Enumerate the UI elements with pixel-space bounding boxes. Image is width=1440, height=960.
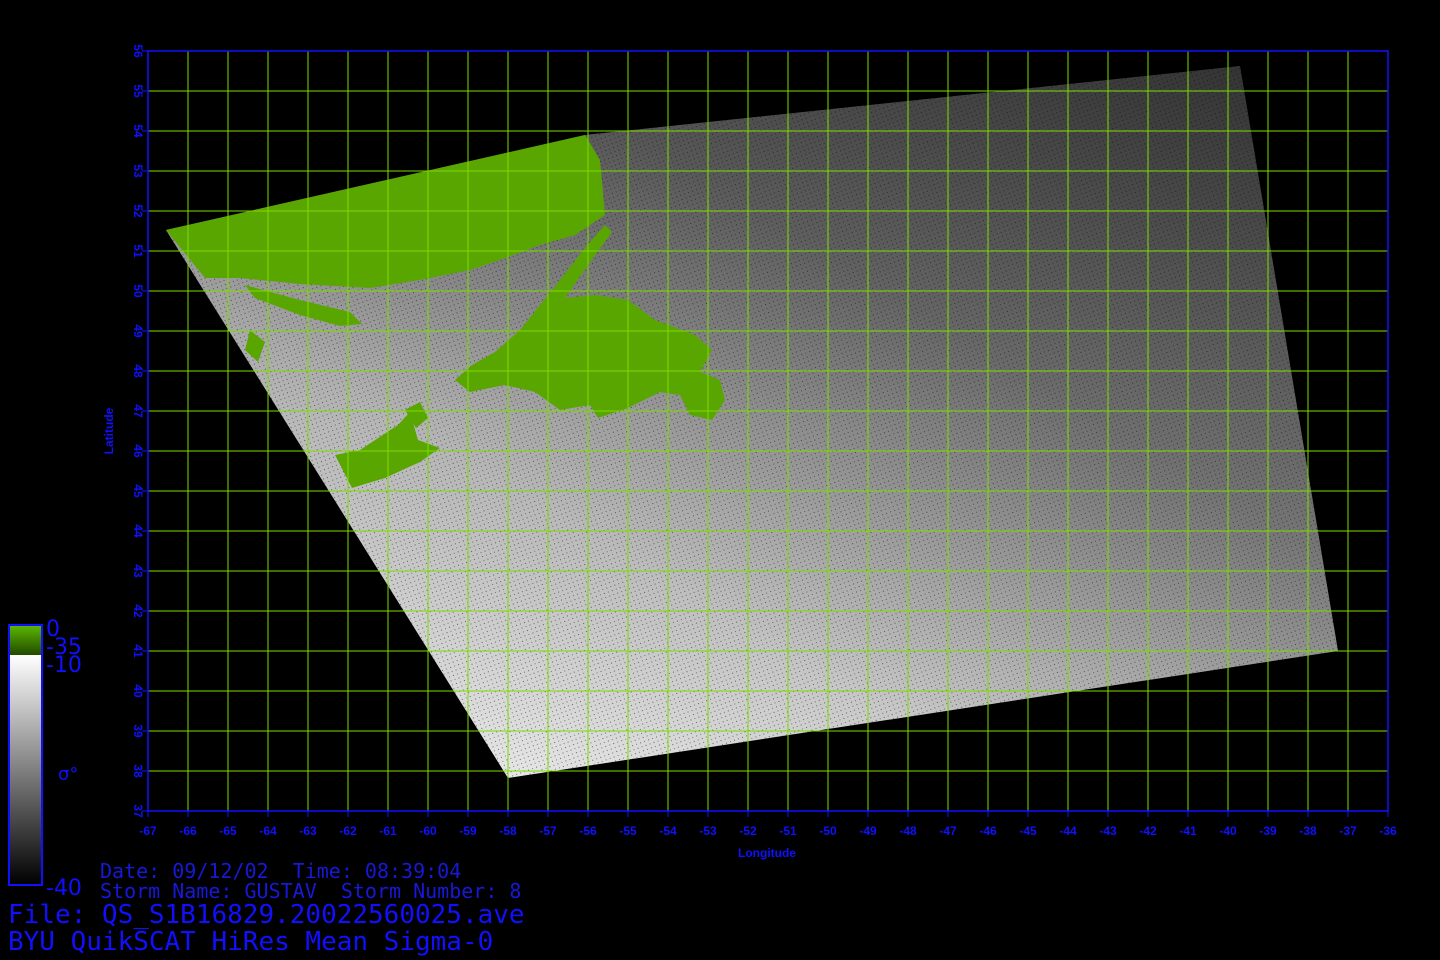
y-tick-label: 50	[131, 284, 145, 298]
x-axis-title: Longitude	[738, 846, 796, 860]
y-tick-label: 46	[131, 444, 145, 458]
y-tick-label: 42	[131, 604, 145, 618]
date-time-line: Date: 09/12/02 Time: 08:39:04	[100, 859, 462, 883]
y-tick-label: 39	[131, 724, 145, 738]
y-tick-label: 52	[131, 204, 145, 218]
sigma0-map: -67 -66 -65 -64 -63 -62 -61 -60 -59 -58 -57 -56 -55 -…	[8, 44, 1397, 901]
x-tick-label: -49	[859, 824, 877, 838]
x-tick-label: -62	[339, 824, 357, 838]
y-tick-label: 45	[131, 484, 145, 498]
x-tick-label: -67	[139, 824, 157, 838]
y-tick-label: 53	[131, 164, 145, 178]
x-tick-label: -41	[1179, 824, 1197, 838]
colorbar: 0 -35 -10 σ° -40	[8, 617, 82, 901]
x-tick-label: -36	[1379, 824, 1397, 838]
x-tick-label: -50	[819, 824, 837, 838]
y-tick-label: 37	[131, 804, 145, 818]
y-tick-label: 40	[131, 684, 145, 698]
latitude-ticks: 37 38 39 40 41 42 43 44 45 46 47 48 49 50 51 52 53 54 55 56	[131, 44, 145, 818]
y-tick-label: 49	[131, 324, 145, 338]
x-tick-label: -47	[939, 824, 957, 838]
x-tick-label: -37	[1339, 824, 1357, 838]
x-tick-label: -59	[459, 824, 477, 838]
x-tick-label: -51	[779, 824, 797, 838]
x-tick-label: -57	[539, 824, 557, 838]
y-tick-label: 43	[131, 564, 145, 578]
x-tick-label: -66	[179, 824, 197, 838]
x-tick-label: -53	[699, 824, 717, 838]
colorbar-ocean-top-label: -10	[46, 653, 82, 678]
x-tick-label: -39	[1259, 824, 1277, 838]
file-name-line: File: QS_S1B16829.20022560025.ave	[8, 900, 525, 930]
colorbar-ocean-scale	[9, 655, 42, 885]
x-tick-label: -60	[419, 824, 437, 838]
x-tick-label: -44	[1059, 824, 1077, 838]
x-tick-label: -55	[619, 824, 637, 838]
y-tick-label: 55	[131, 84, 145, 98]
x-tick-label: -52	[739, 824, 757, 838]
y-tick-label: 41	[131, 644, 145, 658]
x-tick-label: -42	[1139, 824, 1157, 838]
x-tick-label: -63	[299, 824, 317, 838]
y-tick-label: 47	[131, 404, 145, 418]
colorbar-land-scale	[9, 625, 42, 655]
y-tick-label: 54	[131, 124, 145, 138]
x-tick-label: -56	[579, 824, 597, 838]
x-tick-label: -61	[379, 824, 397, 838]
y-tick-label: 56	[131, 44, 145, 58]
x-tick-label: -46	[979, 824, 997, 838]
colorbar-ocean-bottom-label: -40	[46, 876, 82, 901]
y-axis-title: Latitude	[102, 407, 116, 454]
swath-texture	[166, 66, 1338, 778]
product-title: BYU QuikSCAT HiRes Mean Sigma-0	[8, 927, 494, 957]
y-tick-label: 48	[131, 364, 145, 378]
x-tick-label: -64	[259, 824, 277, 838]
storm-line: Storm Name: GUSTAV Storm Number: 8	[100, 879, 522, 903]
x-tick-label: -45	[1019, 824, 1037, 838]
x-tick-label: -54	[659, 824, 677, 838]
x-tick-label: -43	[1099, 824, 1117, 838]
x-tick-label: -65	[219, 824, 237, 838]
colorbar-symbol: σ°	[58, 764, 78, 785]
y-tick-label: 38	[131, 764, 145, 778]
y-tick-label: 44	[131, 524, 145, 538]
longitude-ticks: -67 -66 -65 -64 -63 -62 -61 -60 -59 -58 -57 -56 -55 -…	[139, 824, 1397, 838]
swath	[166, 66, 1338, 778]
x-tick-label: -40	[1219, 824, 1237, 838]
x-tick-label: -58	[499, 824, 517, 838]
x-tick-label: -48	[899, 824, 917, 838]
y-tick-label: 51	[131, 244, 145, 258]
x-tick-label: -38	[1299, 824, 1317, 838]
